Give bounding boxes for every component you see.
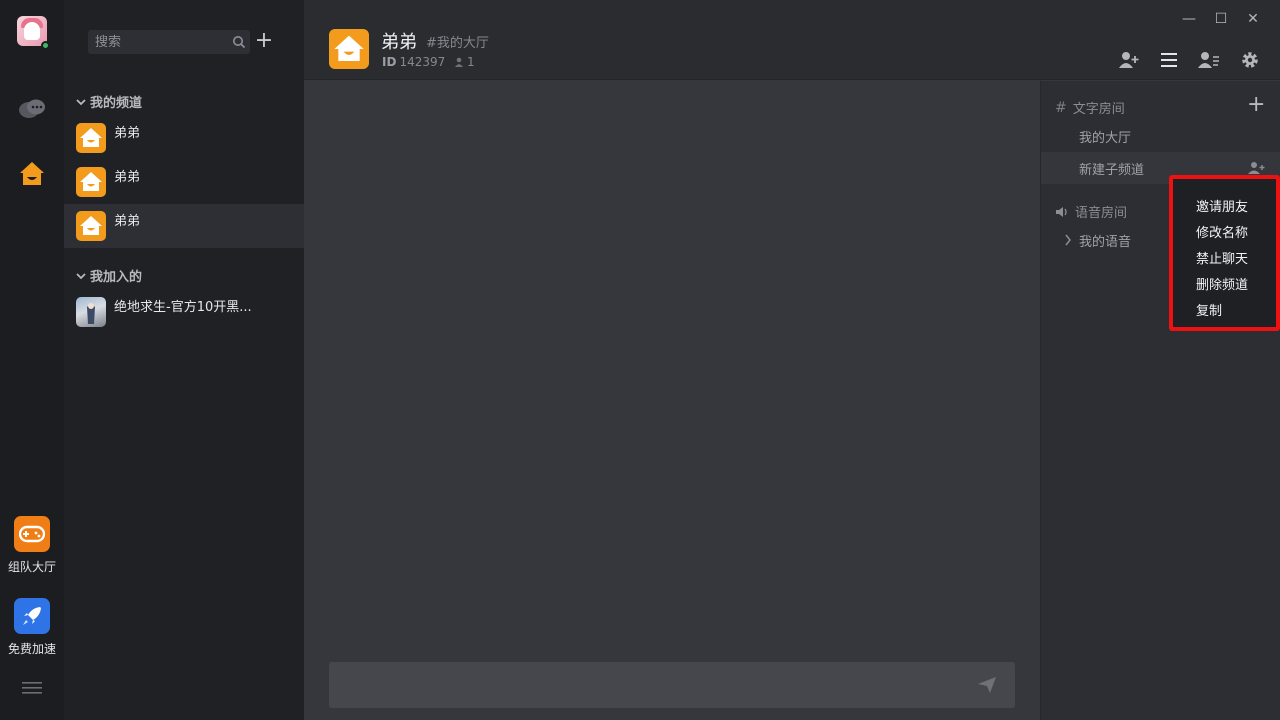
chat-area (304, 81, 1040, 720)
channel-name: 弟弟 (114, 126, 141, 141)
joined-channels-header[interactable]: 我加入的 (76, 266, 142, 285)
voice-rooms-header: 语音房间 (1055, 202, 1127, 221)
chevron-down-icon (76, 272, 86, 279)
text-room-item[interactable]: 我的大厅 (1041, 120, 1280, 152)
message-composer (329, 662, 1015, 708)
chat-bubbles-icon[interactable] (18, 98, 46, 124)
person-icon (455, 57, 463, 67)
channel-name: 绝地求生-官方10开黑... (114, 300, 252, 315)
chevron-right-icon (1065, 234, 1071, 246)
team-lobby-label: 组队大厅 (7, 560, 56, 574)
search-input[interactable] (88, 30, 218, 54)
member-count: 1 (454, 55, 475, 69)
speaker-icon (1056, 206, 1067, 217)
channel-thumbnail (76, 297, 106, 327)
menu-item-copy[interactable]: 复制 (1196, 300, 1222, 319)
joined-channel-item[interactable]: 绝地求生-官方10开黑... (64, 290, 304, 334)
team-lobby-button[interactable]: 组队大厅 (0, 516, 64, 575)
channel-item-selected[interactable]: 弟弟 (64, 204, 304, 248)
channel-sidebar: + 我的频道 弟弟 弟弟 弟弟 我加入的 绝地求生-官方10开黑... (64, 0, 304, 720)
channel-title: 弟弟 (381, 32, 417, 53)
add-channel-button[interactable]: + (254, 30, 274, 52)
context-menu: 邀请朋友 修改名称 禁止聊天 删除频道 复制 (1175, 181, 1274, 325)
free-boost-label: 免费加速 (7, 642, 56, 656)
online-status-icon (41, 41, 50, 50)
my-channels-header[interactable]: 我的频道 (76, 92, 142, 111)
home-channel-icon[interactable] (18, 160, 46, 188)
id-value: 142397 (399, 55, 446, 69)
rocket-icon (14, 598, 50, 634)
app-rail: 组队大厅 免费加速 (0, 0, 64, 720)
channel-name: 弟弟 (114, 214, 141, 229)
channel-item[interactable]: 弟弟 (64, 160, 304, 204)
my-channels-label: 我的频道 (90, 96, 143, 111)
hamburger-menu-icon[interactable] (22, 681, 42, 695)
send-icon[interactable] (977, 676, 997, 694)
member-list-icon[interactable] (1198, 50, 1220, 70)
menu-item-mute-chat[interactable]: 禁止聊天 (1196, 248, 1248, 267)
maximize-button[interactable]: ☐ (1212, 10, 1230, 28)
home-channel-icon (76, 211, 106, 241)
chevron-down-icon (76, 98, 86, 105)
joined-channels-label: 我加入的 (90, 270, 143, 285)
main-panel: 弟弟 #我的大厅 ID 142397 1 — ☐ ✕ # 文字房间 + 我的大厅… (304, 0, 1280, 720)
current-room-label: #我的大厅 (426, 36, 489, 51)
room-name: 我的大厅 (1079, 131, 1132, 146)
home-channel-icon (76, 167, 106, 197)
voice-rooms-label: 语音房间 (1075, 206, 1128, 221)
minimize-button[interactable]: — (1180, 10, 1198, 28)
menu-item-rename[interactable]: 修改名称 (1196, 222, 1248, 241)
search-icon[interactable] (232, 35, 246, 49)
avatar-face (24, 22, 40, 40)
text-rooms-header: # 文字房间 (1055, 98, 1125, 118)
channel-header: 弟弟 #我的大厅 ID 142397 1 — ☐ ✕ (304, 0, 1280, 80)
gamepad-icon (14, 516, 50, 552)
text-rooms-label: 文字房间 (1072, 102, 1125, 117)
list-menu-icon[interactable] (1158, 50, 1180, 70)
room-name: 新建子频道 (1079, 163, 1145, 178)
room-name: 我的语音 (1079, 235, 1132, 250)
menu-item-invite-friends[interactable]: 邀请朋友 (1196, 196, 1248, 215)
home-channel-icon (329, 29, 369, 69)
settings-gear-icon[interactable] (1239, 50, 1261, 70)
close-button[interactable]: ✕ (1244, 10, 1262, 28)
add-friend-icon[interactable] (1118, 50, 1140, 70)
member-count-value: 1 (467, 55, 475, 69)
channel-id: ID 142397 (382, 55, 445, 69)
menu-item-delete-channel[interactable]: 删除频道 (1196, 274, 1248, 293)
home-channel-icon (76, 123, 106, 153)
add-room-button[interactable]: + (1247, 94, 1265, 116)
invite-member-icon[interactable] (1248, 161, 1266, 175)
channel-name: 弟弟 (114, 170, 141, 185)
hash-icon: # (1055, 99, 1067, 116)
id-label: ID (382, 55, 397, 69)
channel-item[interactable]: 弟弟 (64, 116, 304, 160)
message-input[interactable] (329, 662, 949, 708)
search-box (88, 30, 250, 54)
free-boost-button[interactable]: 免费加速 (0, 598, 64, 657)
